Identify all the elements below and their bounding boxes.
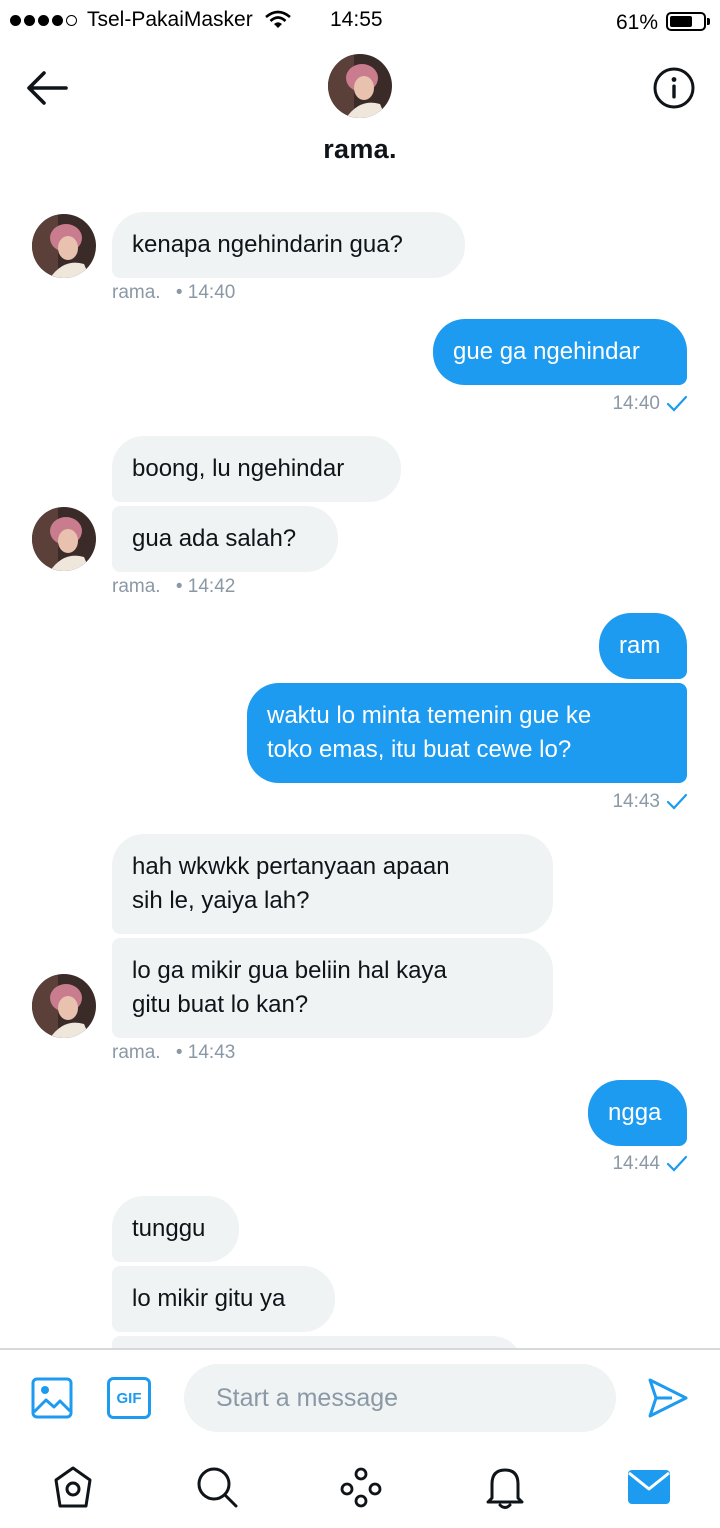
nav-search[interactable] [192,1462,242,1512]
incoming-message[interactable]: hah wkwkk pertanyaan apaan sih le, yaiya… [112,834,553,934]
message-time: 14:40 [612,393,660,414]
nav-home[interactable] [48,1462,98,1512]
add-photo-button[interactable] [30,1376,74,1420]
message-text: kenapa ngehindarin gua? [132,231,403,258]
message-meta: rama. • 14:43 [112,1042,235,1064]
search-icon [197,1467,238,1508]
incoming-message[interactable]: boong, lu ngehindar [112,436,401,502]
outgoing-message[interactable]: waktu lo minta temenin gue ke toko emas,… [247,683,687,783]
message-meta: rama. • 14:40 [112,282,235,304]
battery-percent: 61% [616,11,659,34]
message-meta: 14:43 [612,791,688,813]
wifi-icon [264,10,291,28]
message-meta: rama. • 14:42 [112,576,235,598]
image-icon [31,1377,73,1419]
message-text: tunggu [132,1215,206,1242]
message-time: • 14:40 [175,282,236,303]
outgoing-message[interactable]: gue ga ngehindar [433,319,687,385]
message-time: • 14:42 [175,576,236,597]
message-time: 14:44 [612,1153,660,1174]
bell-icon [486,1468,524,1509]
gif-label: GIF [116,1389,142,1407]
divider [0,1348,720,1350]
carrier-name: Tsel-PakaiMasker [87,8,253,31]
add-gif-button[interactable]: GIF [106,1376,152,1420]
sender-name: rama. [112,1042,161,1063]
spaces-icon [340,1467,382,1508]
signal-strength-icon [10,14,77,26]
incoming-message[interactable]: gua ada salah? [112,506,338,572]
message-text: boong, lu ngehindar [132,455,345,482]
mail-icon [628,1470,670,1504]
back-button[interactable] [24,68,70,108]
outgoing-message[interactable]: ngga [588,1080,687,1146]
nav-messages[interactable] [624,1462,674,1512]
incoming-message[interactable]: lo ga mikir gua beliin hal kaya gitu bua… [112,938,553,1038]
sent-check-icon [666,395,688,412]
message-text: ram [619,632,661,659]
message-input[interactable] [184,1364,616,1432]
message-time: 14:43 [612,791,660,812]
header-avatar[interactable] [328,54,392,118]
incoming-message[interactable]: tunggu [112,1196,239,1262]
status-bar: Tsel-PakaiMasker 14:55 61% [0,0,720,44]
message-text: ngga [608,1099,662,1126]
info-button[interactable] [652,66,696,110]
message-meta: 14:44 [612,1153,688,1175]
nav-notifications[interactable] [480,1462,530,1512]
message-text: gua ada salah? [132,525,297,552]
message-text: gue ga ngehindar [453,338,640,365]
send-icon [648,1378,688,1418]
send-button[interactable] [646,1376,690,1420]
message-text: hah wkwkk pertanyaan apaan sih le, yaiya… [132,853,450,914]
message-text: lo mikir gitu ya [132,1285,286,1312]
info-icon [653,67,695,109]
sender-name: rama. [112,576,161,597]
conversation-title[interactable]: rama. [0,134,720,165]
profile-photo [32,214,96,278]
profile-photo [328,54,392,118]
profile-photo [32,507,96,571]
back-arrow-icon [27,71,68,105]
battery-icon [666,12,710,31]
profile-photo [32,974,96,1038]
sender-avatar[interactable] [32,974,96,1038]
sender-avatar[interactable] [32,507,96,571]
incoming-message[interactable]: lo mikir gitu ya [112,1266,335,1332]
nav-spaces[interactable] [336,1462,386,1512]
message-text: lo ga mikir gua beliin hal kaya gitu bua… [132,957,447,1018]
message-time: • 14:43 [175,1042,236,1063]
message-text: waktu lo minta temenin gue ke toko emas,… [267,702,592,763]
message-meta: 14:40 [612,393,688,415]
incoming-message[interactable]: kenapa ngehindarin gua? [112,212,465,278]
sender-name: rama. [112,282,161,303]
sent-check-icon [666,1155,688,1172]
sent-check-icon [666,793,688,810]
sender-avatar[interactable] [32,214,96,278]
outgoing-message[interactable]: ram [599,613,687,679]
home-icon [54,1466,92,1508]
clock: 14:55 [330,8,383,31]
